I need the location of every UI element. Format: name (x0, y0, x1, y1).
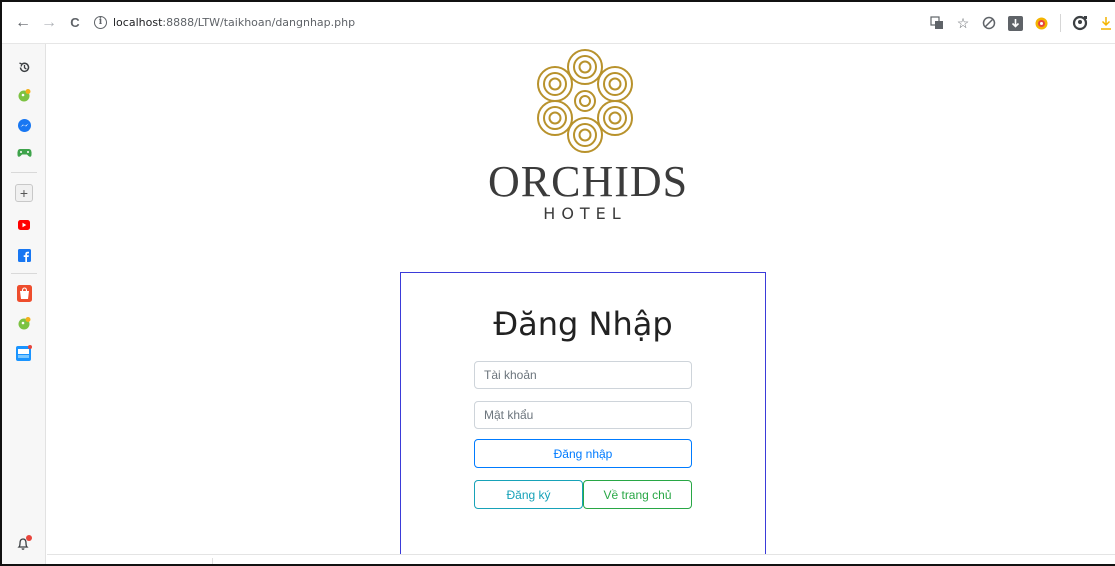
url-path: :8888/LTW/taikhoan/dangnhap.php (162, 16, 356, 29)
login-button[interactable]: Đăng nhập (474, 439, 692, 468)
sidebar-separator (11, 273, 37, 274)
messenger-icon[interactable] (15, 116, 33, 134)
site-info-icon[interactable]: i (94, 16, 107, 29)
extension-icon[interactable] (1030, 12, 1052, 34)
back-icon[interactable]: ← (10, 10, 36, 36)
url-host: localhost (113, 16, 163, 29)
profile-icon[interactable] (1069, 12, 1091, 34)
notification-bell-icon[interactable] (15, 534, 33, 552)
add-icon[interactable]: + (15, 184, 33, 202)
orchid-emblem-icon (537, 49, 633, 153)
brand-subtitle: HOTEL (543, 204, 627, 223)
extension-leaf-icon[interactable] (15, 314, 33, 332)
toolbar-actions: ☆ (926, 2, 1115, 44)
download-icon[interactable] (1095, 12, 1115, 34)
browser-sidebar: + (2, 44, 46, 564)
toolbar-separator (1060, 14, 1061, 32)
brand-name: ORCHIDS (488, 157, 689, 206)
username-input[interactable] (474, 361, 692, 389)
login-title: Đăng Nhập (493, 305, 673, 343)
home-button[interactable]: Về trang chủ (583, 480, 692, 509)
extension-leaf-icon[interactable] (15, 86, 33, 104)
browser-window: ← → C i localhost:8888/LTW/taikhoan/dang… (0, 0, 1115, 566)
sidebar-separator (11, 172, 37, 173)
page-content: ORCHIDS HOTEL Đăng Nhập Đăng nhập Đăng k… (47, 44, 1115, 564)
browser-toolbar: ← → C i localhost:8888/LTW/taikhoan/dang… (2, 2, 1115, 44)
register-button[interactable]: Đăng ký (474, 480, 583, 509)
gamepad-icon[interactable] (15, 144, 33, 162)
facebook-icon[interactable] (15, 246, 33, 264)
bottom-divider (212, 558, 213, 564)
password-input[interactable] (474, 401, 692, 429)
login-card: Đăng Nhập Đăng nhập Đăng ký Về trang chủ (400, 272, 766, 557)
history-icon[interactable] (15, 58, 33, 76)
forward-icon[interactable]: → (36, 10, 62, 36)
hotel-logo: ORCHIDS HOTEL (488, 46, 689, 236)
youtube-icon[interactable] (15, 216, 33, 234)
translate-icon[interactable] (926, 12, 948, 34)
reload-icon[interactable]: C (62, 10, 88, 36)
star-icon[interactable]: ☆ (952, 12, 974, 34)
address-bar[interactable]: i localhost:8888/LTW/taikhoan/dangnhap.p… (94, 16, 355, 29)
bottom-bar (47, 554, 1115, 564)
download-box-icon[interactable] (1004, 12, 1026, 34)
shopee-icon[interactable] (15, 284, 33, 302)
tiki-icon[interactable] (15, 344, 33, 362)
shield-icon[interactable] (978, 12, 1000, 34)
